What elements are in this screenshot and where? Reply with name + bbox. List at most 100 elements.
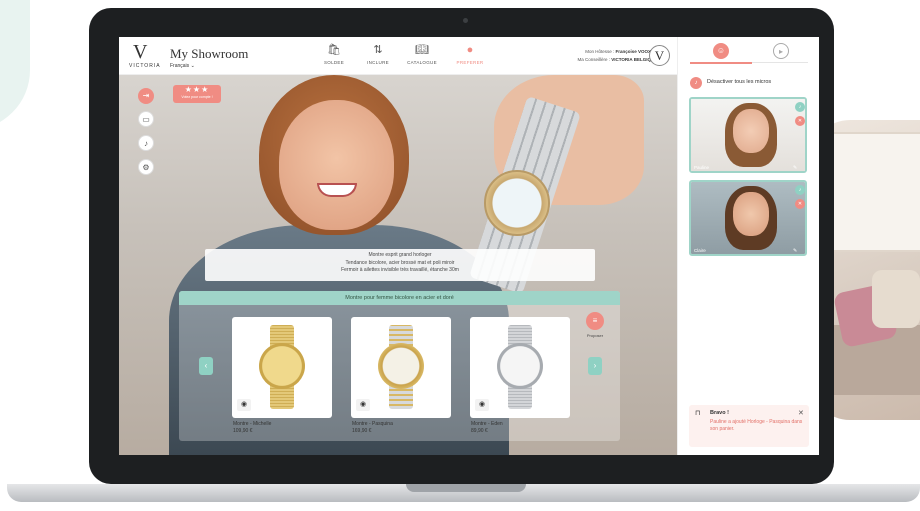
- presenter-face: [279, 100, 394, 230]
- product-name: Montre - Pasquina: [352, 421, 393, 427]
- laptop-notch: [406, 484, 526, 492]
- guest-status-icon: ✎: [793, 248, 798, 254]
- star-icons: ★★★: [184, 85, 210, 94]
- active-tab-indicator: [690, 62, 752, 64]
- brand-name: VICTORIA: [129, 63, 161, 69]
- leave-button[interactable]: ⇥: [138, 88, 154, 104]
- guest-status-icon: ✎: [793, 165, 798, 171]
- nav-preferer[interactable]: ● PREFERER: [445, 43, 495, 65]
- chevron-down-icon: ⌄: [190, 63, 195, 69]
- pin-icon: ●: [466, 44, 474, 56]
- mute-all-button[interactable]: ♪: [690, 77, 702, 89]
- product-info: Montre - Eden 89,90 €: [471, 421, 503, 435]
- eye-icon[interactable]: ◉: [475, 399, 489, 411]
- nav-catalogue[interactable]: 📖︎ CATALOGUE: [397, 43, 447, 65]
- guest-mic-toggle[interactable]: ♪: [795, 185, 805, 195]
- window-illustration: [832, 132, 920, 252]
- propose-label: Proposer: [586, 333, 604, 338]
- rating-badge[interactable]: ★★★ Votez pour compte !: [173, 85, 221, 103]
- play-icon: ▸: [778, 47, 783, 56]
- advisor-name: VICTORIA BELGIQ: [611, 57, 651, 62]
- product-info: Montre - Michelle 109,90 €: [233, 421, 271, 435]
- tab-divider: [752, 62, 808, 63]
- product-card[interactable]: ◉: [351, 317, 451, 418]
- hostess-name: Françoise VOOX: [615, 49, 651, 54]
- nav-label: INCLURE: [367, 60, 389, 65]
- marketing-stage: V VICTORIA My Showroom Français ⌄ 🛍︎ SOL…: [0, 0, 920, 511]
- nav-soldee[interactable]: 🛍︎ SOLDEE: [309, 43, 359, 65]
- eye-icon[interactable]: ◉: [356, 399, 370, 411]
- nav-label: CATALOGUE: [407, 60, 437, 65]
- tab-participants[interactable]: ☺: [713, 43, 729, 59]
- brand-logo[interactable]: V: [133, 41, 147, 64]
- host-info: Mon Hôtesse : Françoise VOOX Ma Conseill…: [549, 48, 651, 64]
- product-card[interactable]: ◉: [232, 317, 332, 418]
- camera-icon: ▭: [142, 115, 150, 124]
- carousel-next-button[interactable]: ›: [588, 357, 602, 375]
- webcam-dot: [463, 18, 468, 23]
- product-name: Montre - Michelle: [233, 421, 272, 427]
- product-price: 169,90 €: [352, 428, 372, 434]
- chevron-right-icon: ›: [593, 361, 597, 370]
- guest-video-tile[interactable]: Claire ♪ ✕ ✎: [689, 180, 807, 256]
- nav-inclure[interactable]: ⇅ INCLURE: [353, 43, 403, 65]
- exit-icon: ⇥: [142, 91, 150, 100]
- product-card[interactable]: ◉: [470, 317, 570, 418]
- beige-cushion: [872, 270, 920, 328]
- nav-label: SOLDEE: [323, 60, 345, 65]
- watch-image: [378, 343, 424, 389]
- watch-dial: [484, 170, 550, 236]
- guest-name: Claire: [694, 248, 706, 253]
- mic-button[interactable]: ♪: [138, 135, 154, 151]
- book-icon: 📖︎: [415, 44, 429, 56]
- product-info: Montre - Pasquina 169,90 €: [352, 421, 393, 435]
- chevron-left-icon: ‹: [204, 361, 208, 370]
- product-price: 109,90 €: [233, 428, 253, 434]
- rating-text: Votez pour compte !: [181, 95, 213, 99]
- participants-sidebar: ☺ ▸ ♪ Désactiver tous les micros Pauline…: [677, 37, 819, 455]
- app-screen: V VICTORIA My Showroom Français ⌄ 🛍︎ SOL…: [119, 37, 819, 455]
- mute-all-label[interactable]: Désactiver tous les micros: [707, 79, 771, 85]
- gear-icon: ⚙: [142, 163, 150, 172]
- guest-name: Pauline: [694, 165, 710, 170]
- nav-label: PREFERER: [456, 60, 484, 65]
- advisor-avatar[interactable]: V: [649, 45, 670, 66]
- hostess-label: Mon Hôtesse :: [585, 49, 615, 54]
- shopping-bag-icon: ⊓: [695, 410, 701, 417]
- propose-button[interactable]: ≡: [586, 312, 604, 330]
- top-bar: V VICTORIA My Showroom Français ⌄ 🛍︎ SOL…: [119, 37, 677, 75]
- hostess-line: Mon Hôtesse : Françoise VOOX: [549, 48, 651, 56]
- notification-toast: ⊓ Bravo ! Pauline a ajouté Horloge - Pas…: [689, 405, 809, 447]
- toast-message: Pauline a ajouté Horloge - Pasquina dans…: [710, 419, 803, 432]
- caption-line: Fermoir à ailettes invisible très travai…: [341, 267, 459, 273]
- watch-image: [497, 343, 543, 389]
- guest-mic-toggle[interactable]: ♪: [795, 102, 805, 112]
- mic-icon: ♪: [144, 139, 148, 148]
- guest-remove-button[interactable]: ✕: [795, 199, 805, 209]
- product-price: 89,90 €: [471, 428, 488, 434]
- product-name: Montre - Eden: [471, 421, 503, 427]
- language-value: Français: [170, 63, 190, 69]
- settings-button[interactable]: ⚙: [138, 159, 154, 175]
- tab-media[interactable]: ▸: [773, 43, 789, 59]
- language-select[interactable]: Français ⌄: [170, 63, 195, 69]
- camera-button[interactable]: ▭: [138, 111, 154, 127]
- toast-title: Bravo !: [710, 410, 729, 416]
- close-icon[interactable]: ✕: [798, 409, 804, 417]
- caption-line: Tendance bicolore, acier brossé mat et p…: [345, 259, 455, 266]
- advisor-label: Ma Conseillère :: [577, 57, 610, 62]
- product-caption: Montre esprit grand horloger Tendance bi…: [205, 249, 595, 281]
- mic-off-icon: ♪: [694, 80, 698, 86]
- advisor-line: Ma Conseillère : VICTORIA BELGIQ: [549, 56, 651, 64]
- sort-arrows-icon: ⇅: [373, 44, 383, 56]
- guest-video-tile[interactable]: Pauline ♪ ✕ ✎: [689, 97, 807, 173]
- carousel-prev-button[interactable]: ‹: [199, 357, 213, 375]
- bag-icon: 🛍︎: [327, 44, 341, 56]
- guest-remove-button[interactable]: ✕: [795, 116, 805, 126]
- product-panel-title: Montre pour femme bicolore en acier et d…: [179, 291, 620, 305]
- people-icon: ☺: [716, 46, 726, 55]
- app-title: My Showroom: [170, 46, 249, 61]
- guest-face: [733, 109, 769, 153]
- eye-icon[interactable]: ◉: [237, 399, 251, 411]
- decorative-blob: [0, 0, 30, 130]
